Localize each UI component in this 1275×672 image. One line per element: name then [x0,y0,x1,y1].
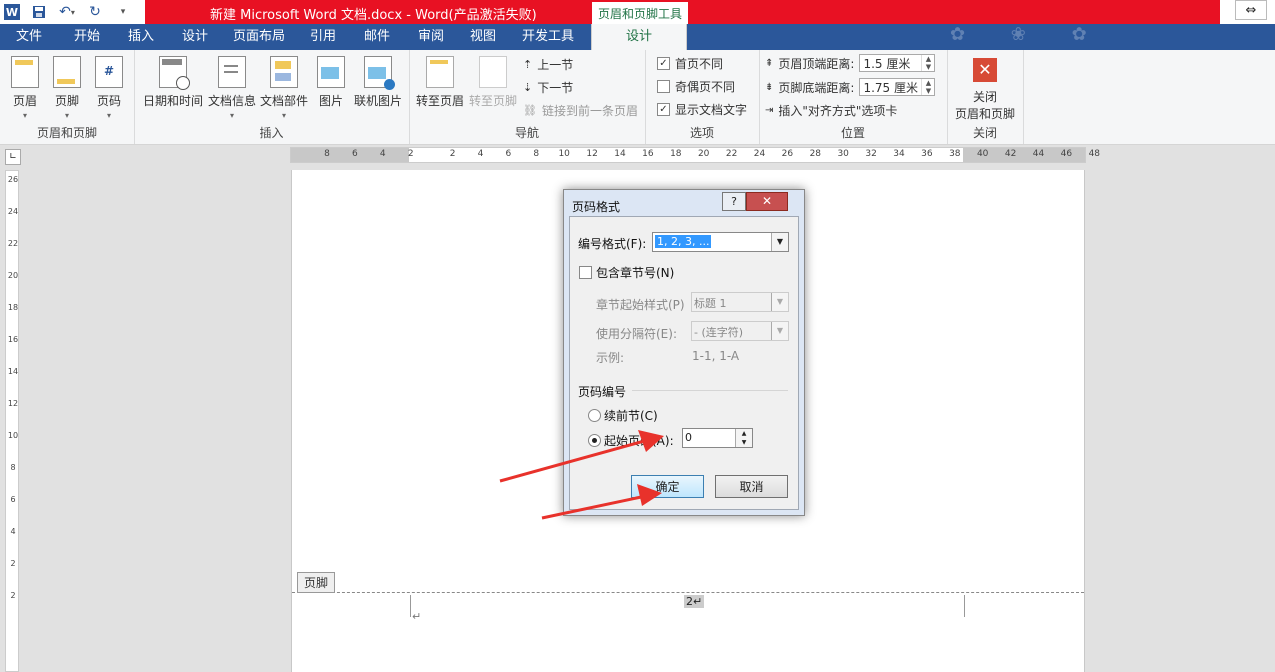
arrow-to-start-page-icon [499,430,664,483]
arrow-to-ok-icon [541,484,662,520]
annotation-arrows [499,430,664,520]
